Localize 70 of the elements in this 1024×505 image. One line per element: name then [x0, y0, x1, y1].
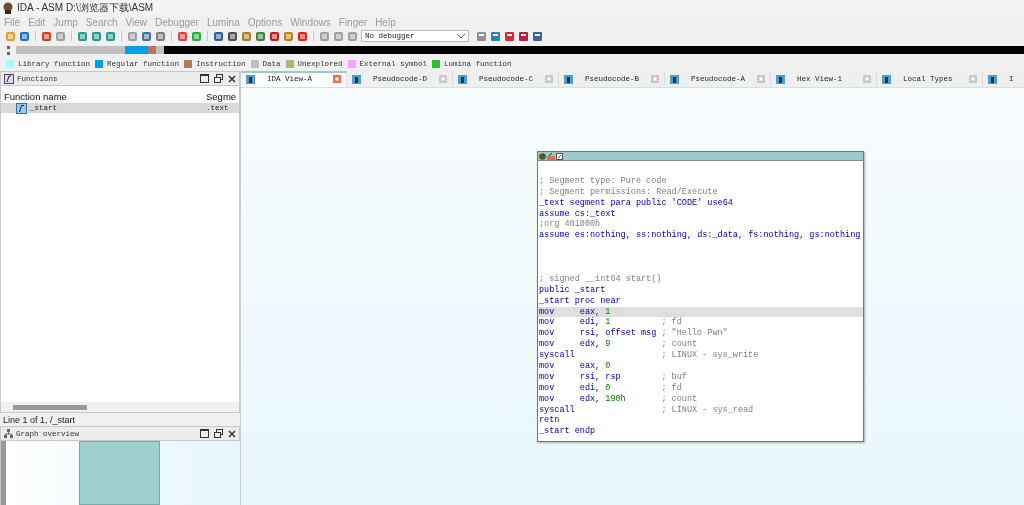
mnemonic: mov — [539, 393, 556, 405]
tab-icon — [352, 74, 361, 84]
mnemonic: retn — [539, 415, 561, 427]
tab-icon — [988, 74, 997, 84]
operand: edx, — [579, 339, 602, 350]
operand: rsi, rsp — [579, 371, 621, 382]
tab-icon — [670, 74, 679, 84]
operand: 9 — [605, 339, 611, 350]
close-icon[interactable] — [228, 429, 236, 438]
code-comment: ; LINUX - sys_write — [661, 350, 759, 361]
code-comment: ; fd — [661, 317, 682, 328]
operand: edx, — [579, 393, 602, 404]
operand: edi, — [579, 382, 602, 393]
mnemonic: mov — [539, 382, 556, 394]
column-header[interactable]: Segme — [206, 91, 237, 102]
tab-icon — [564, 74, 573, 84]
scrollbar-thumb[interactable] — [13, 404, 87, 410]
graph-node-preview[interactable] — [79, 441, 160, 505]
function-icon — [4, 73, 14, 84]
mnemonic: mov — [539, 371, 556, 383]
maximize-icon[interactable] — [200, 429, 209, 438]
code-comment: ; LINUX - sys_read — [661, 404, 754, 415]
code-comment: ;org 401000h — [539, 219, 601, 230]
code-line: _text segment para public 'CODE' use64 — [539, 197, 733, 208]
mnemonic: mov — [539, 328, 556, 340]
code-comment: ; signed __int64 start() — [539, 273, 662, 284]
navigation-band[interactable] — [16, 46, 1024, 54]
code-line: public _start — [539, 284, 606, 295]
operand: 0 — [605, 382, 611, 393]
restore-icon[interactable] — [214, 74, 223, 83]
code-line: _start proc near — [539, 295, 621, 306]
maximize-icon[interactable] — [200, 74, 209, 83]
app-logo-icon — [2, 1, 14, 14]
code-comment: ; count — [661, 339, 698, 350]
code-line: assume cs:_text — [539, 208, 616, 219]
status-text: Line 1 of 1, /_start — [2, 413, 77, 426]
code-line: _start endp — [539, 426, 596, 437]
code-comment: ; "Hello Pwn" — [661, 328, 728, 339]
code-block[interactable] — [537, 151, 864, 442]
tab-icon — [246, 74, 255, 84]
column-header[interactable]: Function name — [1, 91, 206, 102]
window-title: IDA - ASM D:\浏览器下载\ASM — [17, 0, 154, 15]
operand: 190h — [605, 393, 626, 404]
code-comment: ; buf — [661, 371, 687, 382]
operand: eax, — [579, 306, 602, 317]
caret-icon — [457, 33, 465, 39]
tab-icon — [458, 74, 467, 84]
grip-icon — [7, 45, 11, 55]
operand: eax, — [579, 361, 602, 372]
mnemonic: mov — [539, 317, 556, 329]
code-comment: ; Segment type: Pure code — [539, 175, 667, 186]
tab-icon — [882, 74, 891, 84]
operand: 1 — [605, 317, 611, 328]
close-icon[interactable] — [228, 74, 236, 83]
operand: rsi, offset msg — [579, 328, 657, 339]
mnemonic: mov — [539, 306, 556, 318]
code-comment: ; count — [661, 393, 698, 404]
code-comment: ; Segment permissions: Read/Execute — [539, 186, 718, 197]
code-comment: ; fd — [661, 382, 682, 393]
mnemonic: syscall — [539, 350, 576, 362]
restore-icon[interactable] — [214, 429, 223, 438]
operand: 0 — [605, 361, 611, 372]
operand: edi, — [579, 317, 602, 328]
mnemonic: syscall — [539, 404, 576, 416]
mnemonic: mov — [539, 339, 556, 350]
mnemonic: mov — [539, 361, 556, 372]
function-icon — [16, 102, 27, 114]
tab-icon — [776, 74, 785, 84]
operand: 1 — [605, 306, 611, 317]
code-line: assume es:nothing, ss:nothing, ds:_data, fs:nothing, gs:nothing — [539, 230, 861, 241]
